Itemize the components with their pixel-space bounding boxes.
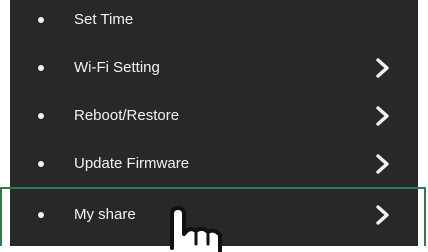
chevron-right-icon: [376, 205, 389, 225]
bullet-dot-icon: [38, 161, 44, 167]
menu-item-label: Reboot/Restore: [74, 107, 180, 124]
bullet-dot-icon: [38, 113, 44, 119]
menu-item-wifi-setting[interactable]: Wi-Fi Setting: [10, 44, 418, 92]
bullet-dot-icon: [38, 17, 44, 23]
menu-item-label: Wi-Fi Setting: [74, 59, 160, 76]
chevron-right-icon: [376, 154, 389, 174]
menu-item-label: My share: [74, 206, 136, 223]
chevron-right-icon: [376, 58, 389, 78]
bullet-dot-icon: [38, 65, 44, 71]
menu-item-reboot-restore[interactable]: Reboot/Restore: [10, 92, 418, 140]
menu-item-update-firmware[interactable]: Update Firmware: [10, 140, 418, 188]
settings-menu-panel: Set Time Wi-Fi Setting Reboot/Restore Up…: [10, 0, 418, 246]
bullet-dot-icon: [38, 212, 44, 218]
menu-item-label: Update Firmware: [74, 155, 190, 172]
menu-item-label: Set Time: [74, 11, 134, 28]
chevron-right-icon: [376, 106, 389, 126]
menu-item-my-share[interactable]: My share: [10, 191, 418, 239]
menu-item-set-time[interactable]: Set Time: [10, 0, 418, 44]
